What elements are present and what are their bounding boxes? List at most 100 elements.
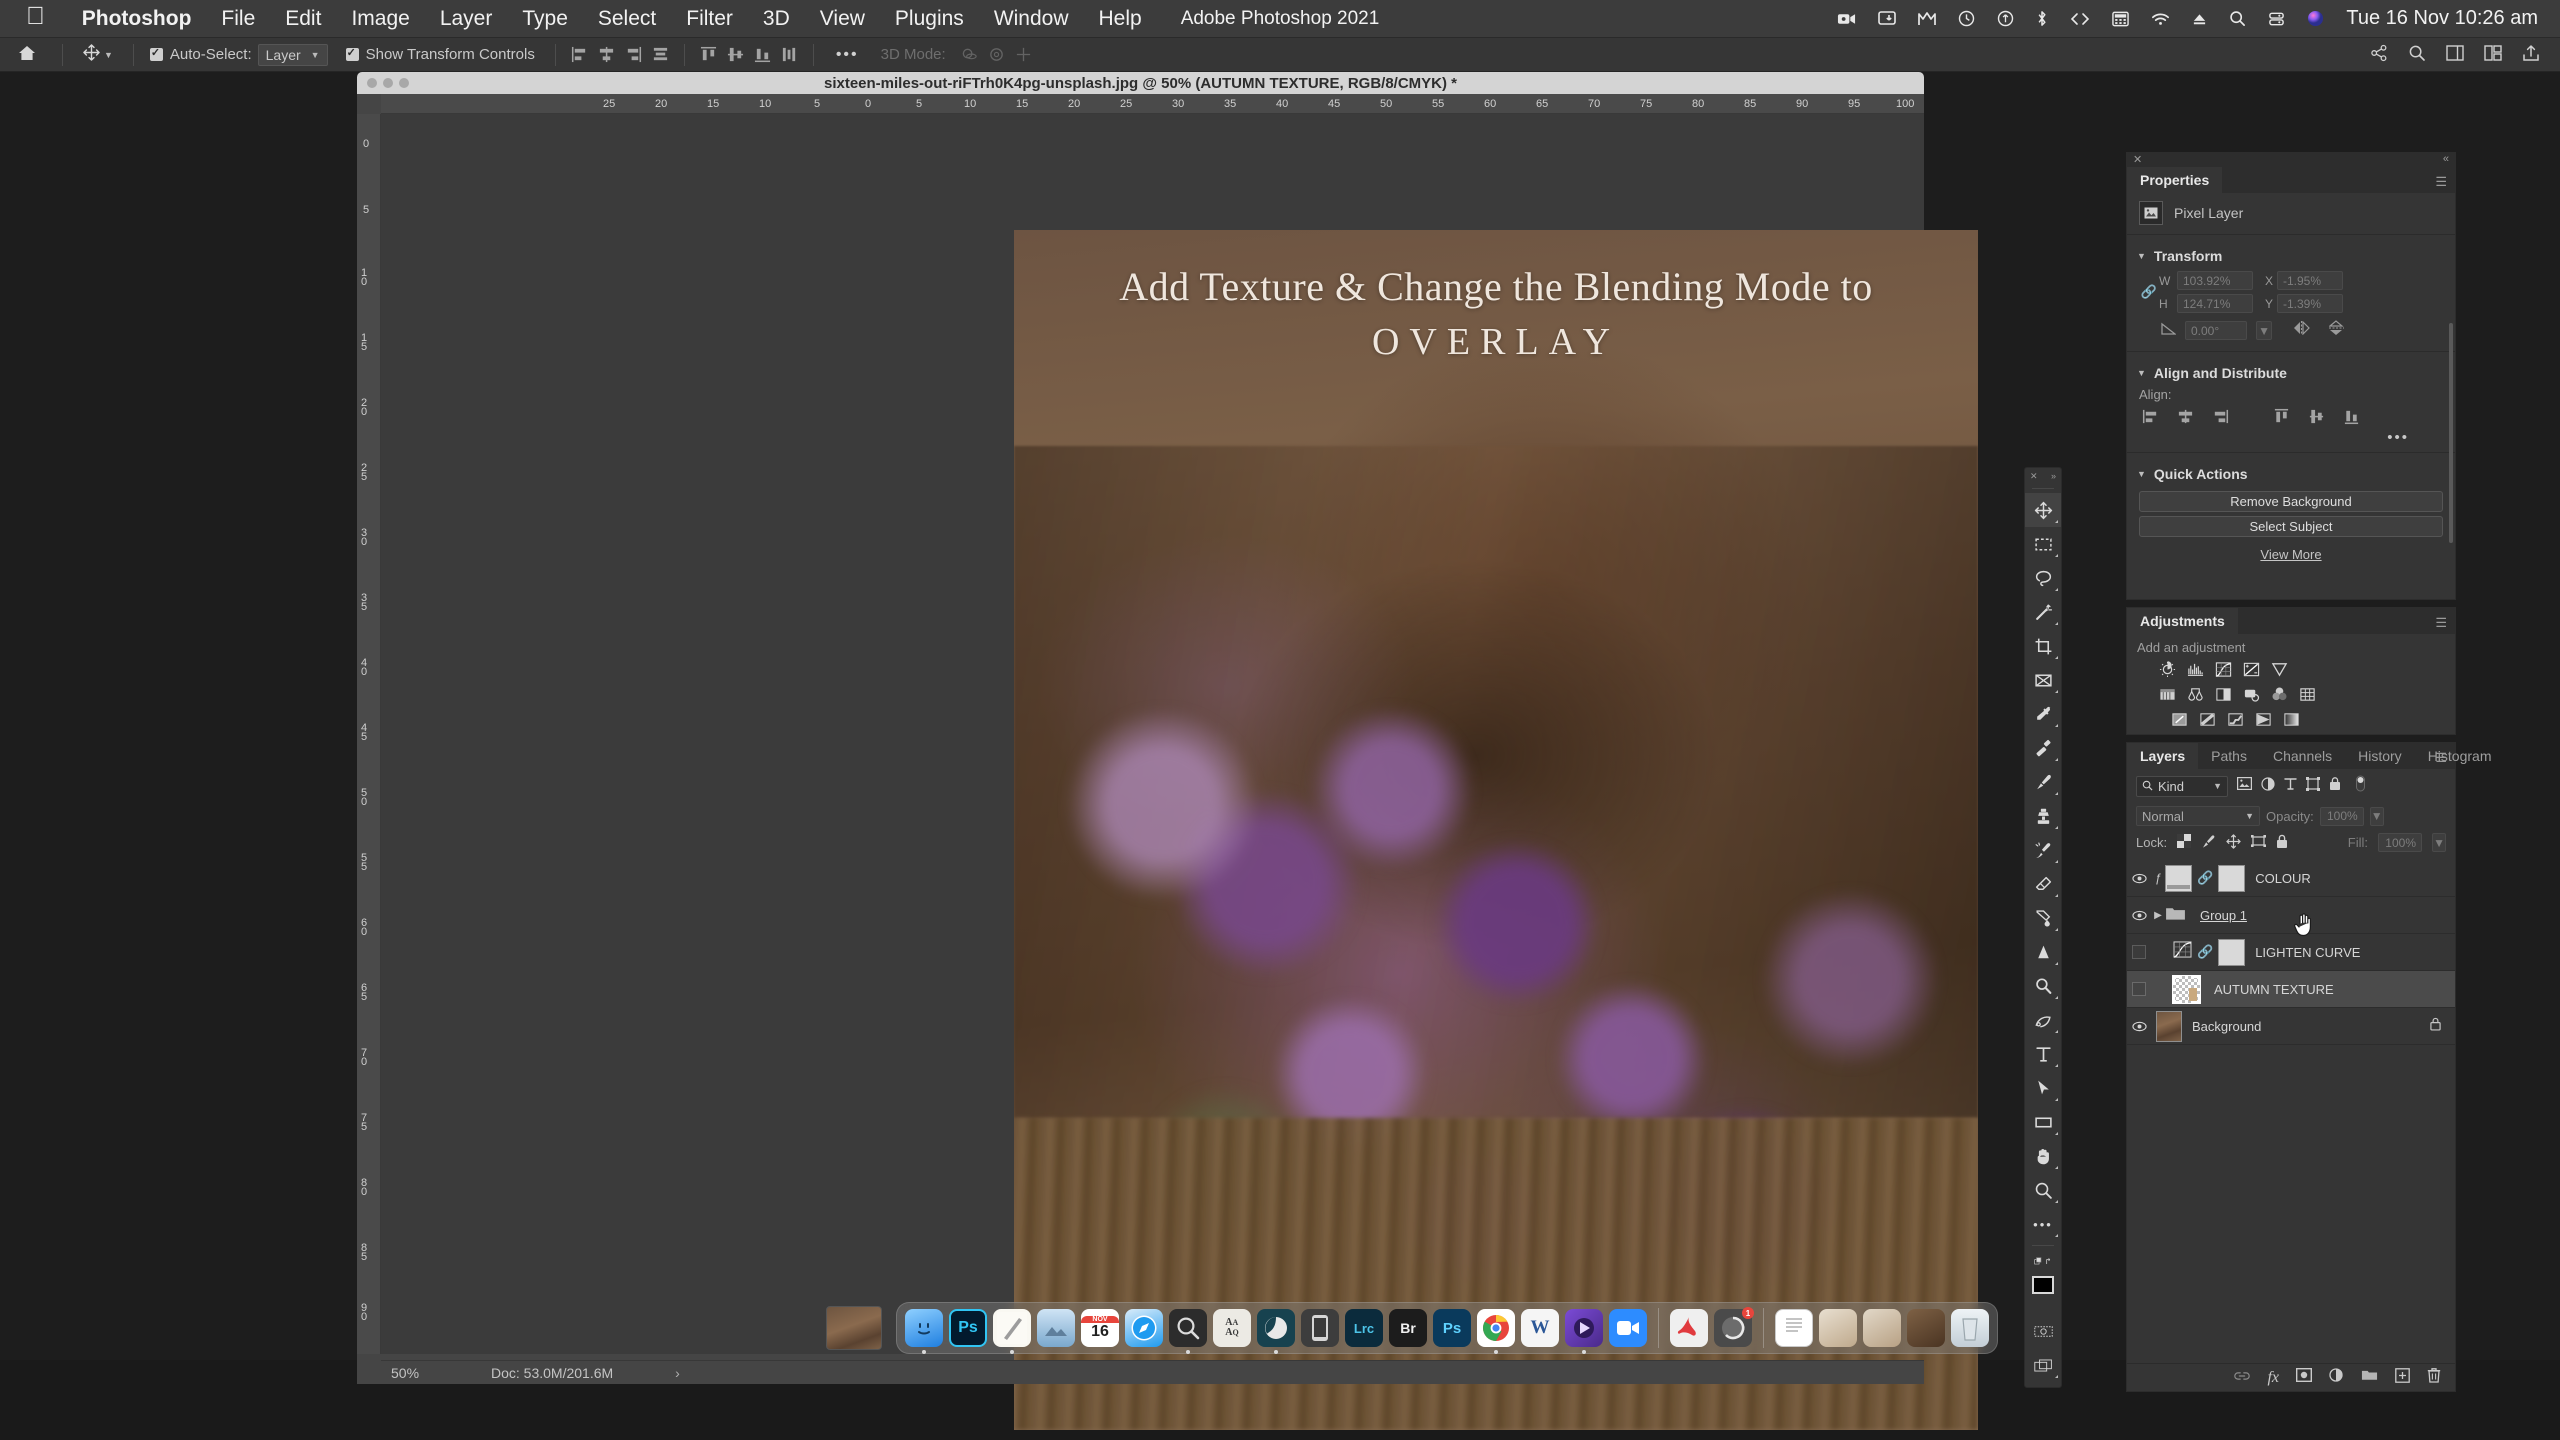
- auto-select-checkbox[interactable]: [150, 48, 163, 61]
- tab-histogram[interactable]: Histogram: [2415, 743, 2505, 769]
- link-icon[interactable]: 🔗: [2197, 870, 2213, 886]
- dock-item-document-file-2[interactable]: [1819, 1309, 1857, 1347]
- delete-layer-icon[interactable]: [2427, 1367, 2441, 1388]
- search-icon[interactable]: [2408, 44, 2426, 66]
- menu-edit[interactable]: Edit: [270, 7, 336, 31]
- menu-3d[interactable]: 3D: [748, 7, 805, 31]
- layer-visibility-toggle[interactable]: [2127, 873, 2151, 884]
- layer-visibility-toggle[interactable]: [2127, 910, 2151, 921]
- dock-item-safari[interactable]: [1125, 1309, 1163, 1347]
- dock-item-photoshop-2[interactable]: Ps: [1433, 1309, 1471, 1347]
- dock-item-document-file-3[interactable]: [1863, 1309, 1901, 1347]
- link-layers-icon[interactable]: [2234, 1369, 2250, 1387]
- menu-filter[interactable]: Filter: [671, 7, 748, 31]
- height-field[interactable]: 124.71%: [2177, 294, 2253, 313]
- gradient-map-icon[interactable]: [2255, 711, 2272, 728]
- layer-kind-filter-dropdown[interactable]: Kind ▼: [2136, 776, 2228, 797]
- history-brush-tool-icon[interactable]: [2025, 833, 2061, 867]
- view-more-link[interactable]: View More: [2127, 541, 2455, 570]
- document-title-bar[interactable]: sixteen-miles-out-riFTrh0K4pg-unsplash.j…: [357, 72, 1924, 94]
- dock-item-capture-one[interactable]: [1257, 1309, 1295, 1347]
- frame-tool-icon[interactable]: [2025, 663, 2061, 697]
- dock-item-word[interactable]: W: [1521, 1309, 1559, 1347]
- photo-filter-icon[interactable]: [2243, 686, 2260, 703]
- new-adjustment-layer-icon[interactable]: [2329, 1368, 2344, 1388]
- menu-layer[interactable]: Layer: [425, 7, 508, 31]
- default-colors-and-swap-icons[interactable]: [2025, 1250, 2061, 1272]
- dock-item-font-book[interactable]: AAAQ: [1213, 1309, 1251, 1347]
- align-top-edges-icon[interactable]: [700, 46, 717, 63]
- flip-vertical-icon[interactable]: [2319, 320, 2344, 341]
- more-options-icon[interactable]: •••: [824, 46, 871, 64]
- width-field[interactable]: 103.92%: [2177, 271, 2253, 290]
- align-right-edges-icon[interactable]: [2212, 408, 2229, 425]
- edit-toolbar-icon[interactable]: •••: [2025, 1207, 2061, 1241]
- brightness-contrast-icon[interactable]: [2159, 661, 2176, 678]
- black-white-icon[interactable]: [2215, 686, 2232, 703]
- align-section-header[interactable]: ▼ Align and Distribute: [2127, 358, 2455, 386]
- malwarebytes-icon[interactable]: [1918, 11, 1936, 27]
- dock-item-carbon-copy-cloner[interactable]: 1: [1714, 1309, 1752, 1347]
- code-icon[interactable]: [2070, 12, 2090, 26]
- foreground-background-color-swatches[interactable]: [2032, 1274, 2061, 1314]
- new-layer-icon[interactable]: [2395, 1368, 2410, 1388]
- exposure-icon[interactable]: [2243, 661, 2260, 678]
- tool-preset-chevron-icon[interactable]: ▼: [104, 50, 123, 60]
- tab-adjustments[interactable]: Adjustments: [2127, 608, 2238, 634]
- layer-thumbnail[interactable]: [2173, 976, 2200, 1003]
- type-filter-icon[interactable]: [2284, 777, 2297, 795]
- calculator-icon[interactable]: [2112, 11, 2129, 27]
- panel-menu-icon[interactable]: ☰: [2435, 615, 2447, 631]
- add-layer-mask-icon[interactable]: [2296, 1368, 2312, 1387]
- hand-tool-icon[interactable]: [2025, 1139, 2061, 1173]
- layer-thumbnail[interactable]: [2156, 1011, 2182, 1042]
- layer-visibility-toggle[interactable]: [2127, 982, 2151, 996]
- posterize-icon[interactable]: [2199, 711, 2216, 728]
- crop-tool-icon[interactable]: [2025, 629, 2061, 663]
- distribute-vertical-icon[interactable]: [781, 46, 798, 63]
- channel-mixer-icon[interactable]: [2271, 686, 2288, 703]
- horizontal-ruler[interactable]: 2520 1510 50 510 1520 2530 3540 4550 556…: [381, 94, 1924, 114]
- align-right-edges-icon[interactable]: [625, 46, 642, 63]
- layer-name[interactable]: Background: [2182, 1019, 2261, 1034]
- foreground-color-swatch[interactable]: [2032, 1276, 2054, 1294]
- lock-all-icon[interactable]: [2276, 834, 2288, 852]
- opacity-field[interactable]: 100%: [2320, 807, 2364, 826]
- tab-paths[interactable]: Paths: [2198, 743, 2260, 769]
- tab-layers[interactable]: Layers: [2127, 743, 2198, 769]
- flip-horizontal-icon[interactable]: [2281, 321, 2310, 340]
- lock-position-icon[interactable]: [2226, 834, 2241, 852]
- brush-tool-icon[interactable]: [2025, 765, 2061, 799]
- airplay-icon[interactable]: [1878, 11, 1896, 27]
- x-field[interactable]: -1.95%: [2277, 271, 2343, 290]
- align-horizontal-centers-icon[interactable]: [598, 46, 615, 63]
- move-tool-icon[interactable]: [73, 44, 104, 65]
- vibrance-icon[interactable]: [2271, 661, 2288, 678]
- layer-row-autumn-texture[interactable]: AUTUMN TEXTURE: [2127, 971, 2455, 1008]
- menu-window[interactable]: Window: [979, 7, 1084, 31]
- menu-photoshop[interactable]: Photoshop: [67, 7, 207, 31]
- adjustment-filter-icon[interactable]: [2261, 777, 2275, 796]
- workspace-icon[interactable]: [2446, 45, 2464, 65]
- dock-item-acrobat[interactable]: [1670, 1309, 1708, 1347]
- angle-field[interactable]: 0.00°: [2185, 321, 2247, 340]
- layer-row-lighten-curve[interactable]: 🔗 LIGHTEN CURVE: [2127, 934, 2455, 971]
- eyedropper-tool-icon[interactable]: [2025, 697, 2061, 731]
- new-group-icon[interactable]: [2361, 1368, 2378, 1387]
- minimized-document-thumbnail[interactable]: [826, 1306, 882, 1350]
- magic-wand-tool-icon[interactable]: [2025, 595, 2061, 629]
- window-zoom-button[interactable]: [399, 78, 409, 88]
- window-minimize-button[interactable]: [383, 78, 393, 88]
- rectangular-marquee-tool-icon[interactable]: [2025, 527, 2061, 561]
- dock-item-document-file-1[interactable]: [1775, 1309, 1813, 1347]
- threshold-icon[interactable]: [2227, 711, 2244, 728]
- layer-visibility-toggle[interactable]: [2127, 1021, 2151, 1032]
- layer-name[interactable]: LIGHTEN CURVE: [2245, 945, 2360, 960]
- properties-scrollbar[interactable]: [2449, 323, 2453, 543]
- layer-mask-thumbnail[interactable]: [2218, 865, 2245, 892]
- vertical-ruler[interactable]: 05 10 15 20 25 30 35 40 45 50 55 60 65 7…: [357, 114, 381, 1354]
- select-subject-button[interactable]: Select Subject: [2139, 516, 2443, 537]
- tab-history[interactable]: History: [2345, 743, 2415, 769]
- siri-icon[interactable]: [2307, 10, 2324, 27]
- screen-mode-icon[interactable]: [2025, 1348, 2061, 1382]
